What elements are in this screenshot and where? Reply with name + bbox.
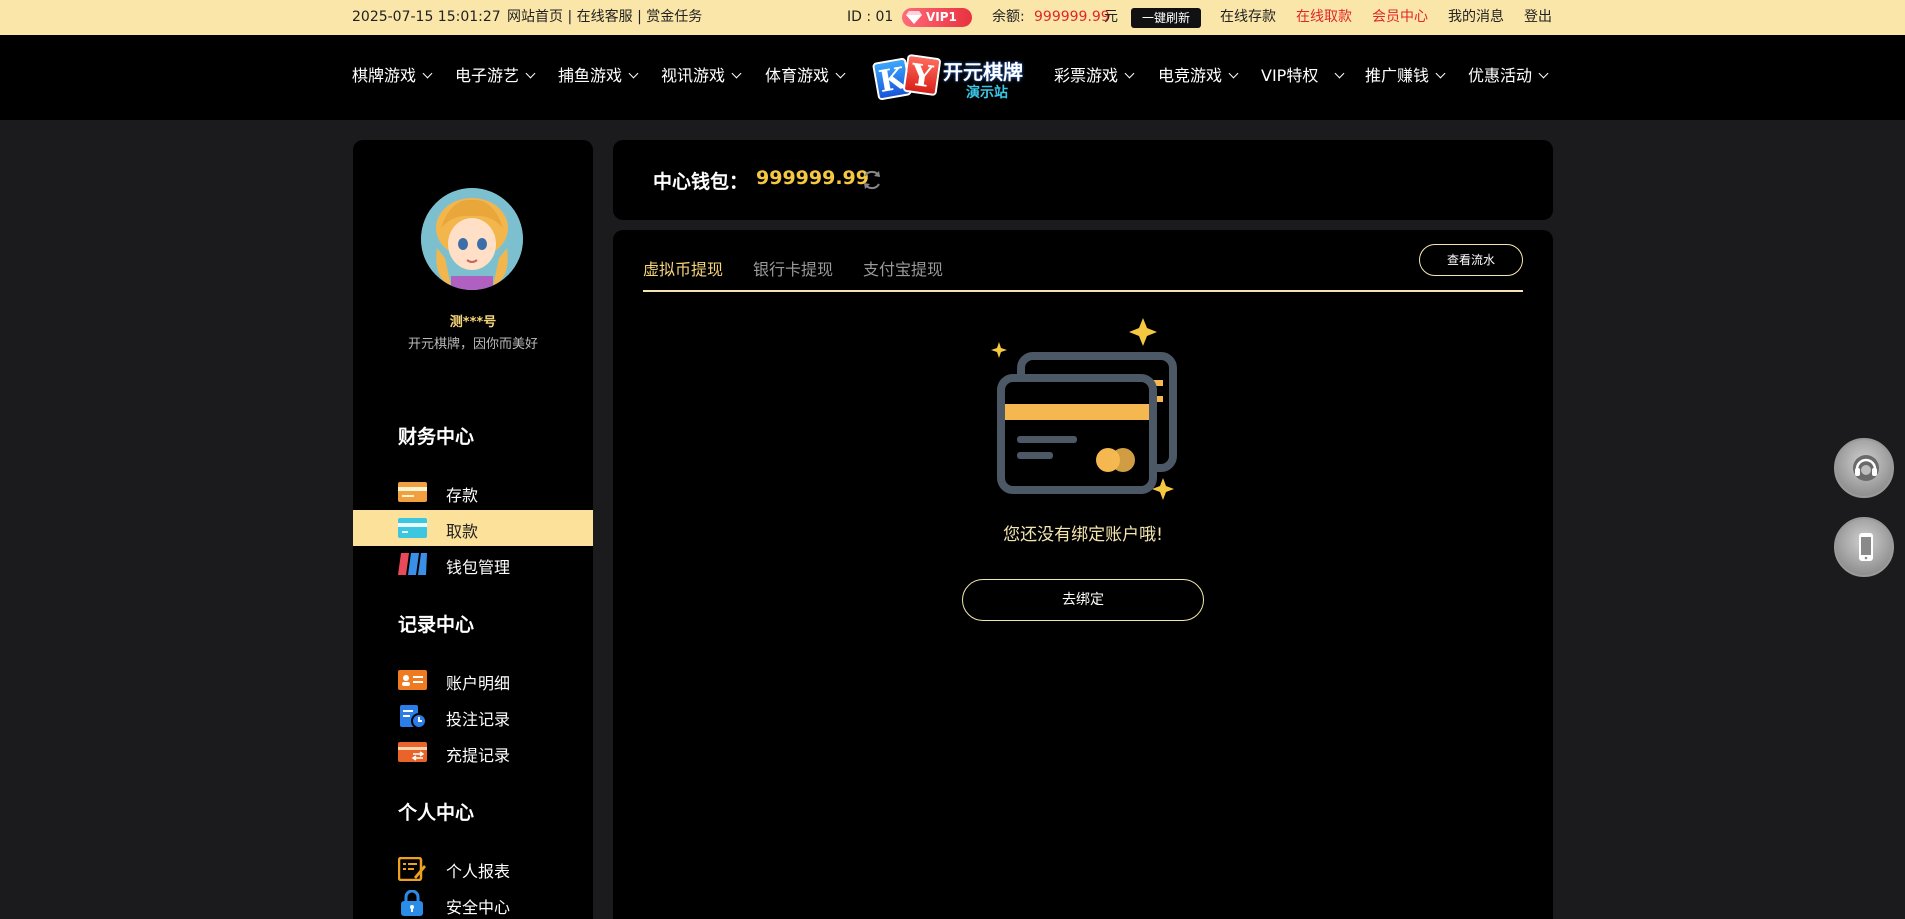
avatar-image (421, 188, 523, 290)
bet-record-icon (400, 705, 427, 729)
user-motto: 开元棋牌，因你而美好 (407, 337, 538, 352)
nav-item-referral[interactable]: 推广赚钱 (1365, 66, 1446, 86)
sidebar-item-deposit[interactable]: 存款 (353, 474, 593, 510)
nav-item-vip[interactable]: VIP特权 (1261, 66, 1345, 86)
security-icon (401, 890, 423, 916)
withdraw-icon (398, 518, 427, 538)
sidebar-item-withdraw[interactable]: 取款 (353, 510, 593, 546)
site-logo[interactable]: K Y 开元棋牌 演示站 (871, 50, 1033, 106)
chevron-down-icon (1538, 68, 1549, 79)
chevron-down-icon (525, 68, 536, 79)
top-link-deposit[interactable]: 在线存款 (1220, 9, 1276, 26)
customer-service-button[interactable] (1834, 438, 1894, 498)
section-title-personal: 个人中心 (398, 802, 475, 824)
section-title-finance: 财务中心 (398, 426, 475, 448)
nav-item-card-games[interactable]: 棋牌游戏 (352, 66, 433, 86)
empty-state-message: 您还没有绑定账户哦! (1003, 525, 1163, 545)
chevron-down-icon (731, 68, 742, 79)
mobile-app-button[interactable] (1834, 517, 1894, 577)
top-link-withdraw[interactable]: 在线取款 (1296, 9, 1352, 26)
nav-item-sports[interactable]: 体育游戏 (765, 66, 846, 86)
headset-icon (1853, 455, 1879, 481)
tab-bank-card-withdraw[interactable]: 银行卡提现 (753, 256, 833, 280)
sidebar-item-wallet[interactable]: 钱包管理 (353, 546, 593, 582)
chevron-down-icon (835, 68, 846, 79)
diamond-icon (906, 11, 922, 24)
wallet-label: 中心钱包： (653, 171, 749, 193)
user-name: 测***号 (449, 315, 497, 330)
view-transactions-button[interactable]: 查看流水 (1419, 244, 1523, 276)
tab-underline (643, 290, 1523, 292)
user-id: ID : 01 (847, 9, 894, 25)
balance-value: 999999.99 (1034, 9, 1110, 25)
nav-item-slots[interactable]: 电子游艺 (455, 66, 536, 86)
mobile-phone-icon (1859, 533, 1873, 561)
logo-subtitle: 演示站 (966, 85, 1008, 101)
tab-crypto-withdraw[interactable]: 虚拟币提现 (643, 256, 723, 280)
avatar[interactable] (421, 188, 523, 290)
sidebar-item-account-details[interactable]: 账户明细 (353, 662, 593, 698)
transaction-record-icon (398, 742, 427, 762)
withdraw-panel: 虚拟币提现 银行卡提现 支付宝提现 查看流水 您还没有绑定账户哦! 去绑定 (613, 230, 1553, 919)
tab-alipay-withdraw[interactable]: 支付宝提现 (863, 256, 943, 280)
chevron-down-icon (1435, 68, 1446, 79)
refresh-icon[interactable] (860, 168, 884, 192)
logo-name: 开元棋牌 (943, 60, 1023, 84)
sidebar-item-security-center[interactable]: 安全中心 (353, 886, 593, 919)
nav-item-fishing[interactable]: 捕鱼游戏 (558, 66, 639, 86)
report-icon (398, 857, 426, 881)
empty-card-icon (991, 318, 1177, 500)
center-wallet-card: 中心钱包： 999999.99 (613, 140, 1553, 220)
nav-item-live[interactable]: 视讯游戏 (661, 66, 742, 86)
wallet-icon (398, 553, 427, 575)
sidebar-item-personal-report[interactable]: 个人报表 (353, 850, 593, 886)
nav-item-esports[interactable]: 电竞游戏 (1158, 66, 1239, 86)
balance-label: 余额: (992, 9, 1025, 25)
sidebar-item-bet-records[interactable]: 投注记录 (353, 698, 593, 734)
vip-badge: VIP1 (902, 8, 972, 27)
main-nav: 棋牌游戏 电子游艺 捕鱼游戏 视讯游戏 体育游戏 K Y 开元棋牌 演示站 彩票… (0, 35, 1905, 120)
chevron-down-icon (1334, 68, 1345, 79)
chevron-down-icon (1124, 68, 1135, 79)
nav-item-promotions[interactable]: 优惠活动 (1468, 66, 1549, 86)
sidebar-item-transaction-records[interactable]: 充提记录 (353, 734, 593, 770)
top-link-messages[interactable]: 我的消息 (1448, 9, 1504, 26)
nav-item-lottery[interactable]: 彩票游戏 (1054, 66, 1135, 86)
chevron-down-icon (422, 68, 433, 79)
datetime: 2025-07-15 15:01:27 (352, 9, 501, 25)
top-link-logout[interactable]: 登出 (1524, 9, 1552, 26)
balance-unit: 元 (1104, 9, 1118, 25)
section-title-records: 记录中心 (398, 614, 475, 636)
sidebar: 测***号 开元棋牌，因你而美好 财务中心 存款 取款 钱包管理 记录中心 账户… (353, 140, 593, 919)
one-click-refresh-button[interactable]: 一键刷新 (1131, 8, 1201, 28)
wallet-amount: 999999.99 (756, 167, 869, 189)
quick-links[interactable]: 网站首页 | 在线客服 | 赏金任务 (507, 9, 702, 26)
top-bar: 2025-07-15 15:01:27 网站首页 | 在线客服 | 赏金任务 I… (0, 0, 1905, 35)
vip-level: VIP1 (926, 10, 957, 24)
account-detail-icon (398, 670, 427, 690)
chevron-down-icon (1228, 68, 1239, 79)
chevron-down-icon (628, 68, 639, 79)
bind-account-button[interactable]: 去绑定 (962, 579, 1204, 621)
deposit-icon (398, 482, 427, 502)
top-link-member-center[interactable]: 会员中心 (1372, 9, 1428, 26)
